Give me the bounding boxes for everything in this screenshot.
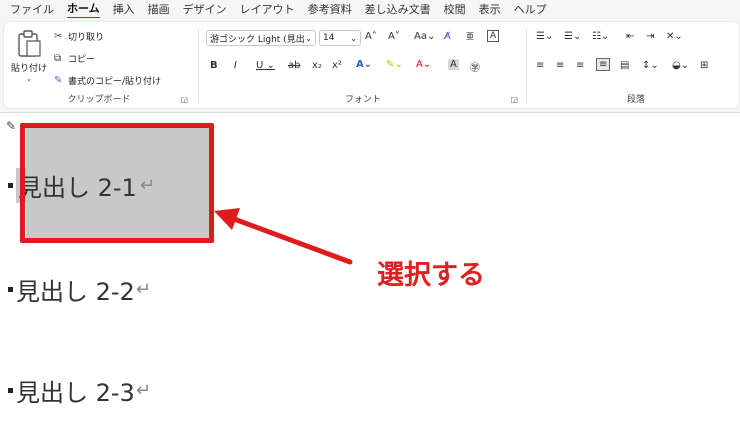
heading-line-2[interactable]: 見出し 2-2 ↵: [8, 272, 151, 307]
font-color-icon[interactable]: A⌄: [416, 59, 431, 70]
heading-text[interactable]: 見出し 2-2: [16, 272, 135, 307]
increase-indent-icon[interactable]: ⇥: [646, 31, 654, 42]
paragraph-mark: ↵: [135, 380, 151, 401]
align-center-icon[interactable]: ≡: [556, 60, 564, 71]
divider: [526, 28, 527, 102]
divider: [198, 28, 199, 102]
enclose-characters-icon[interactable]: ㊫: [470, 59, 480, 74]
copy-label: コピー: [68, 55, 96, 65]
asian-layout-icon[interactable]: ✕⌄: [666, 31, 683, 42]
tab-help[interactable]: ヘルプ: [514, 1, 547, 17]
annotation-label: 選択する: [377, 260, 485, 291]
ribbon-tabs: ファイル ホーム 挿入 描画 デザイン レイアウト 参考資料 差し込み文書 校閲…: [0, 0, 740, 19]
paste-button[interactable]: 貼り付け ⌄: [10, 30, 48, 83]
cut-label: 切り取り: [68, 33, 105, 43]
font-group-label: フォント: [344, 95, 381, 105]
bold-icon[interactable]: B: [210, 60, 218, 71]
format-painter-label: 書式のコピー/貼り付け: [68, 77, 162, 87]
dialog-launcher-icon[interactable]: ◲: [180, 95, 188, 104]
subscript-icon[interactable]: x₂: [312, 60, 322, 71]
annotation-highlight-box: [20, 123, 214, 243]
shrink-font-icon[interactable]: A˅: [388, 31, 400, 42]
shading-icon[interactable]: ◒⌄: [672, 60, 689, 71]
paragraph-group-label: 段落: [626, 95, 645, 105]
superscript-icon[interactable]: x²: [332, 60, 342, 71]
tab-insert[interactable]: 挿入: [113, 1, 135, 17]
heading-line-3[interactable]: 見出し 2-3 ↵: [8, 373, 151, 408]
tab-mailings[interactable]: 差し込み文書: [365, 1, 431, 17]
character-shading-icon[interactable]: A: [448, 59, 459, 70]
word-window: ファイル ホーム 挿入 描画 デザイン レイアウト 参考資料 差し込み文書 校閲…: [0, 0, 740, 445]
font-size-value: 14: [323, 33, 335, 43]
font-group: 游ゴシック Light (見出 ⌄ 14 ⌄ A˄ A˅ Aa⌄ A̸ 亜 A …: [202, 22, 524, 108]
tab-design[interactable]: デザイン: [183, 1, 227, 17]
chevron-down-icon: ⌄: [350, 33, 357, 43]
phonetic-guide-icon[interactable]: 亜: [466, 31, 474, 42]
clipboard-group: 貼り付け ⌄ ✂ 切り取り ⧉ コピー ✎ 書式のコピー/貼り付け クリップボー…: [4, 22, 194, 108]
borders-icon[interactable]: ⊞: [700, 60, 708, 71]
font-name-value: 游ゴシック Light (見出: [210, 34, 305, 45]
paste-label: 貼り付け: [10, 64, 47, 74]
ribbon-panel: 貼り付け ⌄ ✂ 切り取り ⧉ コピー ✎ 書式のコピー/貼り付け クリップボー…: [4, 22, 739, 108]
multilevel-list-icon[interactable]: ☷⌄: [592, 31, 609, 42]
decrease-indent-icon[interactable]: ⇤: [626, 31, 634, 42]
tab-review[interactable]: 校閲: [444, 1, 466, 17]
character-border-icon[interactable]: A: [487, 30, 500, 42]
justify-icon[interactable]: ≡: [596, 58, 611, 71]
format-painter-button[interactable]: ✎ 書式のコピー/貼り付け: [54, 74, 161, 87]
cut-button[interactable]: ✂ 切り取り: [54, 30, 104, 43]
copy-button[interactable]: ⧉ コピー: [54, 52, 95, 65]
ribbon: 貼り付け ⌄ ✂ 切り取り ⧉ コピー ✎ 書式のコピー/貼り付け クリップボー…: [0, 18, 740, 113]
align-left-icon[interactable]: ≡: [536, 60, 544, 71]
grow-font-icon[interactable]: A˄: [365, 31, 377, 42]
align-right-icon[interactable]: ≡: [576, 60, 584, 71]
distributed-icon[interactable]: ▤: [620, 60, 629, 71]
change-case-icon[interactable]: Aa⌄: [414, 31, 435, 42]
italic-icon[interactable]: I: [234, 60, 237, 71]
clipboard-icon: [18, 30, 41, 57]
font-size-select[interactable]: 14 ⌄: [319, 30, 361, 46]
scissors-icon: ✂: [54, 31, 63, 42]
line-spacing-icon[interactable]: ↕⌄: [642, 60, 659, 71]
clipboard-group-label: クリップボード: [67, 95, 131, 105]
heading-text[interactable]: 見出し 2-3: [16, 373, 135, 408]
copy-icon: ⧉: [54, 53, 62, 64]
paragraph-mark: ↵: [135, 279, 151, 300]
tab-home[interactable]: ホーム: [67, 0, 100, 19]
chevron-down-icon: ⌄: [305, 33, 312, 43]
text-effects-icon[interactable]: A⌄: [356, 59, 372, 70]
paintbrush-icon: ✎: [54, 75, 63, 86]
pen-cursor-icon: ✎: [6, 119, 17, 133]
paragraph-mark-bullet: [8, 287, 13, 292]
tab-layout[interactable]: レイアウト: [240, 1, 295, 17]
clear-formatting-icon[interactable]: A̸: [444, 31, 451, 42]
bullets-icon[interactable]: ☰⌄: [536, 31, 553, 42]
paragraph-mark-bullet: [8, 388, 13, 393]
strikethrough-icon[interactable]: ab: [288, 60, 300, 71]
annotation-arrow-icon: [214, 208, 353, 265]
highlight-icon[interactable]: ✎⌄: [386, 59, 403, 70]
paragraph-group: ☰⌄ ☰⌄ ☷⌄ ⇤ ⇥ ✕⌄ ≡ ≡ ≡ ≡ ▤ ↕⌄ ◒⌄ ⊞ 段落: [530, 22, 740, 108]
numbering-icon[interactable]: ☰⌄: [564, 31, 581, 42]
tab-references[interactable]: 参考資料: [308, 1, 352, 17]
paragraph-mark-bullet: [8, 183, 13, 188]
tab-view[interactable]: 表示: [479, 1, 501, 17]
underline-icon[interactable]: U ⌄: [256, 60, 275, 71]
font-name-select[interactable]: 游ゴシック Light (見出 ⌄: [206, 30, 316, 46]
tab-draw[interactable]: 描画: [148, 1, 170, 17]
chevron-down-icon[interactable]: ⌄: [10, 74, 48, 83]
dialog-launcher-icon[interactable]: ◲: [510, 95, 518, 104]
tab-file[interactable]: ファイル: [10, 1, 54, 17]
